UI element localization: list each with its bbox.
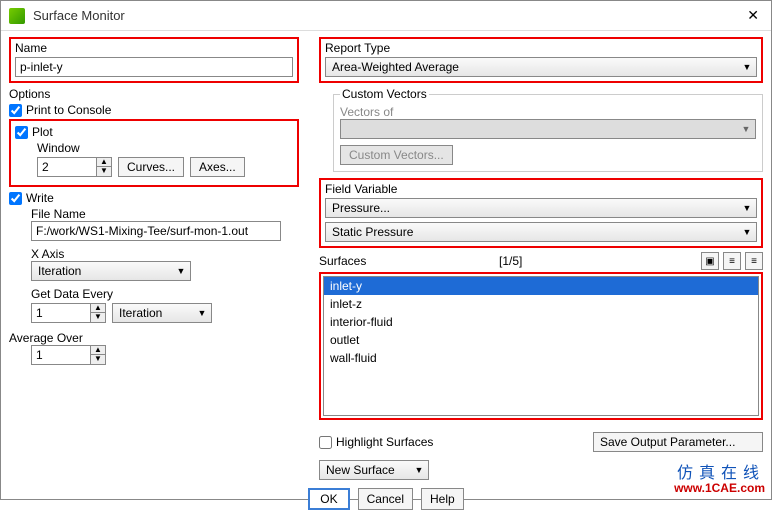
close-icon[interactable]: ✕ [743,7,763,24]
window-spinner[interactable]: ▲▼ [37,157,112,177]
watermark: 仿真在线 www.1CAE.com [674,467,765,495]
list-item[interactable]: inlet-z [324,295,758,313]
help-button[interactable]: Help [421,488,464,510]
field-variable-group: Field Variable Pressure... ▼ Static Pres… [319,178,763,248]
surfaces-count: [1/5] [499,254,701,268]
watermark-text: 仿真在线 [674,467,765,481]
titlebar: Surface Monitor ✕ [1,1,771,31]
avg-over-input[interactable] [31,345,91,365]
get-data-unit-dropdown[interactable]: Iteration ▼ [112,303,212,323]
custom-vectors-button: Custom Vectors... [340,145,453,165]
plot-checkbox[interactable] [15,126,28,139]
axes-button[interactable]: Axes... [190,157,245,177]
cancel-button[interactable]: Cancel [358,488,413,510]
right-panel: Report Type Area-Weighted Average ▼ Cust… [319,37,763,480]
surface-monitor-dialog: Surface Monitor ✕ Name Options Print to … [0,0,772,500]
avg-over-label: Average Over [9,331,299,345]
name-input[interactable] [15,57,293,77]
x-axis-dropdown[interactable]: Iteration ▼ [31,261,191,281]
custom-vectors-group-box: Custom Vectors Vectors of ▼ Custom Vecto… [333,87,763,172]
chevron-down-icon: ▼ [738,62,756,72]
chevron-down-icon: ▼ [193,308,211,318]
field-variable-label: Field Variable [325,182,757,196]
report-type-label: Report Type [325,41,757,55]
new-surface-dropdown[interactable]: New Surface ▼ [319,460,429,480]
name-group: Name [9,37,299,83]
plot-group: Plot Window ▲▼ Curves... Axes... [9,119,299,187]
plot-label: Plot [32,125,53,139]
spin-down-icon[interactable]: ▼ [91,355,105,364]
field-variable-category-dropdown[interactable]: Pressure... ▼ [325,198,757,218]
ok-button[interactable]: OK [308,488,349,510]
surfaces-toggle2-icon[interactable]: ≡ [723,252,741,270]
get-data-input[interactable] [31,303,91,323]
chevron-down-icon: ▼ [737,124,755,134]
highlight-surfaces-label: Highlight Surfaces [336,435,433,449]
surfaces-selection-highlight: inlet-yinlet-zinterior-fluidoutletwall-f… [319,272,763,420]
window-input[interactable] [37,157,97,177]
app-icon [9,8,25,24]
surfaces-listbox[interactable]: inlet-yinlet-zinterior-fluidoutletwall-f… [323,276,759,416]
custom-vectors-label: Custom Vectors [340,87,429,101]
highlight-surfaces-checkbox[interactable] [319,436,332,449]
get-data-label: Get Data Every [31,287,299,301]
save-output-button[interactable]: Save Output Parameter... [593,432,763,452]
file-name-input[interactable] [31,221,281,241]
field-variable-dropdown[interactable]: Static Pressure ▼ [325,222,757,242]
window-title: Surface Monitor [33,8,743,23]
chevron-down-icon: ▼ [172,266,190,276]
spin-down-icon[interactable]: ▼ [97,167,111,176]
chevron-down-icon: ▼ [410,465,428,475]
list-item[interactable]: interior-fluid [324,313,758,331]
get-data-spinner[interactable]: ▲▼ [31,303,106,323]
spin-down-icon[interactable]: ▼ [91,313,105,322]
report-type-group: Report Type Area-Weighted Average ▼ [319,37,763,83]
name-label: Name [15,41,293,55]
list-item[interactable]: wall-fluid [324,349,758,367]
surfaces-toggle1-icon[interactable]: ▣ [701,252,719,270]
print-console-label: Print to Console [26,103,111,117]
write-label: Write [26,191,54,205]
surfaces-toggle3-icon[interactable]: ≡ [745,252,763,270]
watermark-url: www.1CAE.com [674,481,765,495]
chevron-down-icon: ▼ [738,203,756,213]
window-label: Window [37,141,293,155]
surfaces-label: Surfaces [319,254,499,268]
dialog-buttons: OK Cancel Help [1,480,771,518]
x-axis-label: X Axis [31,247,299,261]
vectors-of-label: Vectors of [340,105,756,119]
avg-over-spinner[interactable]: ▲▼ [31,345,299,365]
print-console-checkbox[interactable] [9,104,22,117]
chevron-down-icon: ▼ [738,227,756,237]
list-item[interactable]: outlet [324,331,758,349]
write-checkbox[interactable] [9,192,22,205]
curves-button[interactable]: Curves... [118,157,184,177]
options-label: Options [9,87,299,101]
vectors-of-dropdown: ▼ [340,119,756,139]
file-name-label: File Name [31,207,299,221]
list-item[interactable]: inlet-y [324,277,758,295]
report-type-dropdown[interactable]: Area-Weighted Average ▼ [325,57,757,77]
left-panel: Name Options Print to Console Plot Windo… [9,37,299,480]
